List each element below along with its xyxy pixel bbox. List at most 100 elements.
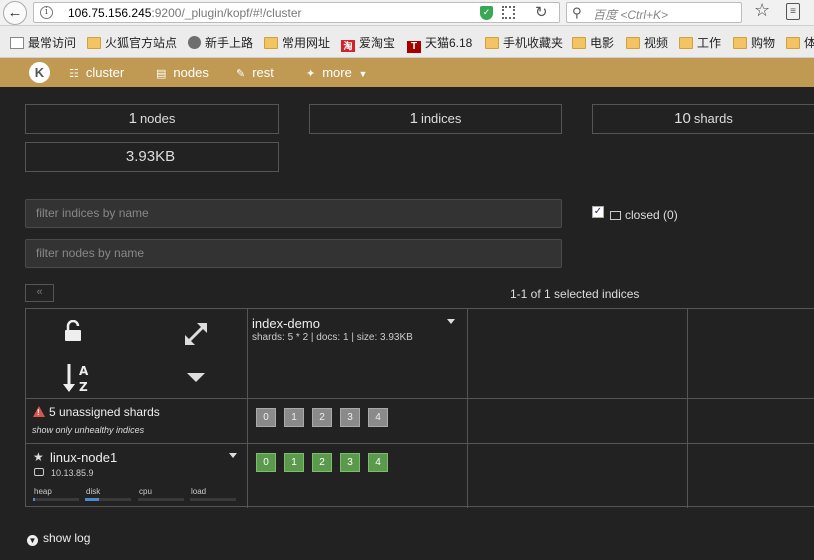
metric-fill xyxy=(33,498,36,501)
stat-nodes: 1 nodes xyxy=(25,104,279,134)
bookmark-item[interactable]: T 天猫6.18 xyxy=(407,34,472,53)
metric-bar-disk xyxy=(85,498,131,501)
bookmark-label: 购物 xyxy=(751,36,776,50)
kopf-logo[interactable]: K xyxy=(29,62,50,83)
bookmark-icon: 淘 xyxy=(341,40,355,52)
bookmark-label: 电影 xyxy=(590,36,615,50)
prev-page-button[interactable]: « xyxy=(25,284,54,302)
reload-icon[interactable]: ↻ xyxy=(535,3,548,21)
svg-text:Z: Z xyxy=(79,380,88,394)
nav-cluster[interactable]: ☷ cluster xyxy=(69,65,124,80)
bookmark-star-icon[interactable]: ☆ xyxy=(754,0,770,21)
bookmark-icon: T xyxy=(407,41,421,53)
url-text: 106.75.156.245:9200/_plugin/kopf/#!/clus… xyxy=(68,6,302,20)
url-input[interactable]: i 106.75.156.245:9200/_plugin/kopf/#!/cl… xyxy=(33,2,560,23)
stat-shards: 10 shards xyxy=(592,104,814,134)
shard-gray[interactable]: 2 xyxy=(312,408,332,427)
shield-icon[interactable]: ✓ xyxy=(480,6,493,20)
bookmark-label: 手机收藏夹 xyxy=(503,36,564,50)
bookmark-label: 视频 xyxy=(644,36,669,50)
stat-size: 3.93KB xyxy=(25,142,279,172)
folder-icon xyxy=(485,37,499,49)
node-ip: 10.13.85.9 xyxy=(51,468,94,478)
globe-icon xyxy=(188,36,201,49)
closed-label: closed (0) xyxy=(610,208,678,222)
search-input[interactable]: ⚲ 百度 <Ctrl+K> xyxy=(566,2,742,23)
folder-icon xyxy=(626,37,640,49)
metric-fill xyxy=(85,498,99,501)
show-log-button[interactable]: ▼ show log xyxy=(27,531,90,546)
index-dropdown-icon[interactable] xyxy=(447,319,455,324)
sitemap-icon: ☷ xyxy=(69,68,79,80)
edit-icon: ✎ xyxy=(236,68,246,80)
metric-label-disk: disk xyxy=(86,487,101,496)
index-meta: shards: 5 * 2 | docs: 1 | size: 3.93KB xyxy=(252,332,413,343)
wand-icon: ✦ xyxy=(306,68,316,80)
node-dropdown-icon[interactable] xyxy=(229,453,237,458)
show-unhealthy-link[interactable]: show only unhealthy indices xyxy=(32,425,144,435)
bookmark-item[interactable]: 电影 xyxy=(572,34,614,51)
metric-bar-cpu xyxy=(138,498,184,501)
folder-icon xyxy=(264,37,278,49)
shard-green[interactable]: 2 xyxy=(312,453,332,472)
closed-checkbox[interactable]: ✓ xyxy=(592,206,604,218)
caret-down-icon[interactable] xyxy=(187,373,205,382)
browser-toolbar: ← i 106.75.156.245:9200/_plugin/kopf/#!/… xyxy=(0,0,814,26)
master-star-icon: ★ xyxy=(33,450,44,464)
bookmark-item[interactable]: 工作 xyxy=(679,34,721,51)
qr-code-icon[interactable] xyxy=(502,6,515,19)
bookmark-label: 火狐官方站点 xyxy=(105,36,178,50)
bookmark-item[interactable]: 新手上路 xyxy=(188,34,253,51)
nav-rest[interactable]: ✎ rest xyxy=(236,65,274,80)
metric-bar-heap xyxy=(33,498,79,501)
bookmark-icon xyxy=(10,37,24,49)
metric-label-heap: heap xyxy=(34,487,52,496)
shard-green[interactable]: 3 xyxy=(340,453,360,472)
bookmark-label: 最常访问 xyxy=(28,36,77,50)
shard-gray[interactable]: 0 xyxy=(256,408,276,427)
shard-green[interactable]: 4 xyxy=(368,453,388,472)
shard-gray[interactable]: 4 xyxy=(368,408,388,427)
bookmark-label: 新手上路 xyxy=(205,36,254,50)
hdd-icon xyxy=(34,468,44,476)
bookmark-item[interactable]: 最常访问 xyxy=(10,34,76,51)
bookmark-item[interactable]: 购物 xyxy=(733,34,775,51)
folder-icon xyxy=(572,37,586,49)
bookmark-item[interactable]: 视频 xyxy=(626,34,668,51)
shard-green[interactable]: 0 xyxy=(256,453,276,472)
nav-more[interactable]: ✦ more ▼ xyxy=(306,65,367,80)
filter-nodes-input[interactable]: filter nodes by name xyxy=(25,239,562,268)
reading-list-icon[interactable]: ≡ xyxy=(786,3,800,20)
index-name[interactable]: index-demo xyxy=(252,316,320,331)
shard-gray[interactable]: 3 xyxy=(340,408,360,427)
info-icon[interactable]: i xyxy=(40,6,53,19)
bookmark-item[interactable]: 火狐官方站点 xyxy=(87,34,177,51)
caret-down-icon: ▼ xyxy=(358,69,368,79)
folder-icon xyxy=(786,37,800,49)
unassigned-shards-label: ! 5 unassigned shards xyxy=(33,405,160,419)
bookmark-item[interactable]: 淘爱淘宝 xyxy=(341,34,395,52)
node-name[interactable]: linux-node1 xyxy=(50,450,117,465)
shard-green[interactable]: 1 xyxy=(284,453,304,472)
bookmark-item[interactable]: 手机收藏夹 xyxy=(485,34,563,51)
cluster-grid: A Z index-demo shards: 5 * 2 | docs: 1 |… xyxy=(25,308,814,508)
chevron-down-icon: ▼ xyxy=(27,535,38,546)
bookmark-label: 工作 xyxy=(697,36,722,50)
bookmark-item[interactable]: 常用网址 xyxy=(264,34,330,51)
filter-indices-input[interactable]: filter indices by name xyxy=(25,199,562,228)
shard-gray[interactable]: 1 xyxy=(284,408,304,427)
server-icon: ▤ xyxy=(156,68,167,80)
nav-nodes[interactable]: ▤ nodes xyxy=(156,65,209,80)
folder-icon xyxy=(87,37,101,49)
bookmark-item[interactable]: 体 xyxy=(786,34,814,51)
metric-label-load: load xyxy=(191,487,207,496)
pagination-info: 1-1 of 1 selected indices xyxy=(510,287,640,301)
metric-label-cpu: cpu xyxy=(139,487,152,496)
bookmark-label: 体 xyxy=(804,36,814,50)
sort-alpha-icon[interactable]: A Z xyxy=(63,362,95,394)
back-arrow-icon[interactable]: ← xyxy=(3,1,27,25)
kopf-navbar: K ☷ cluster ▤ nodes ✎ rest ✦ more ▼ xyxy=(0,58,814,87)
folder-icon xyxy=(733,37,747,49)
expand-icon[interactable] xyxy=(183,321,209,347)
unlock-icon[interactable] xyxy=(63,320,85,342)
